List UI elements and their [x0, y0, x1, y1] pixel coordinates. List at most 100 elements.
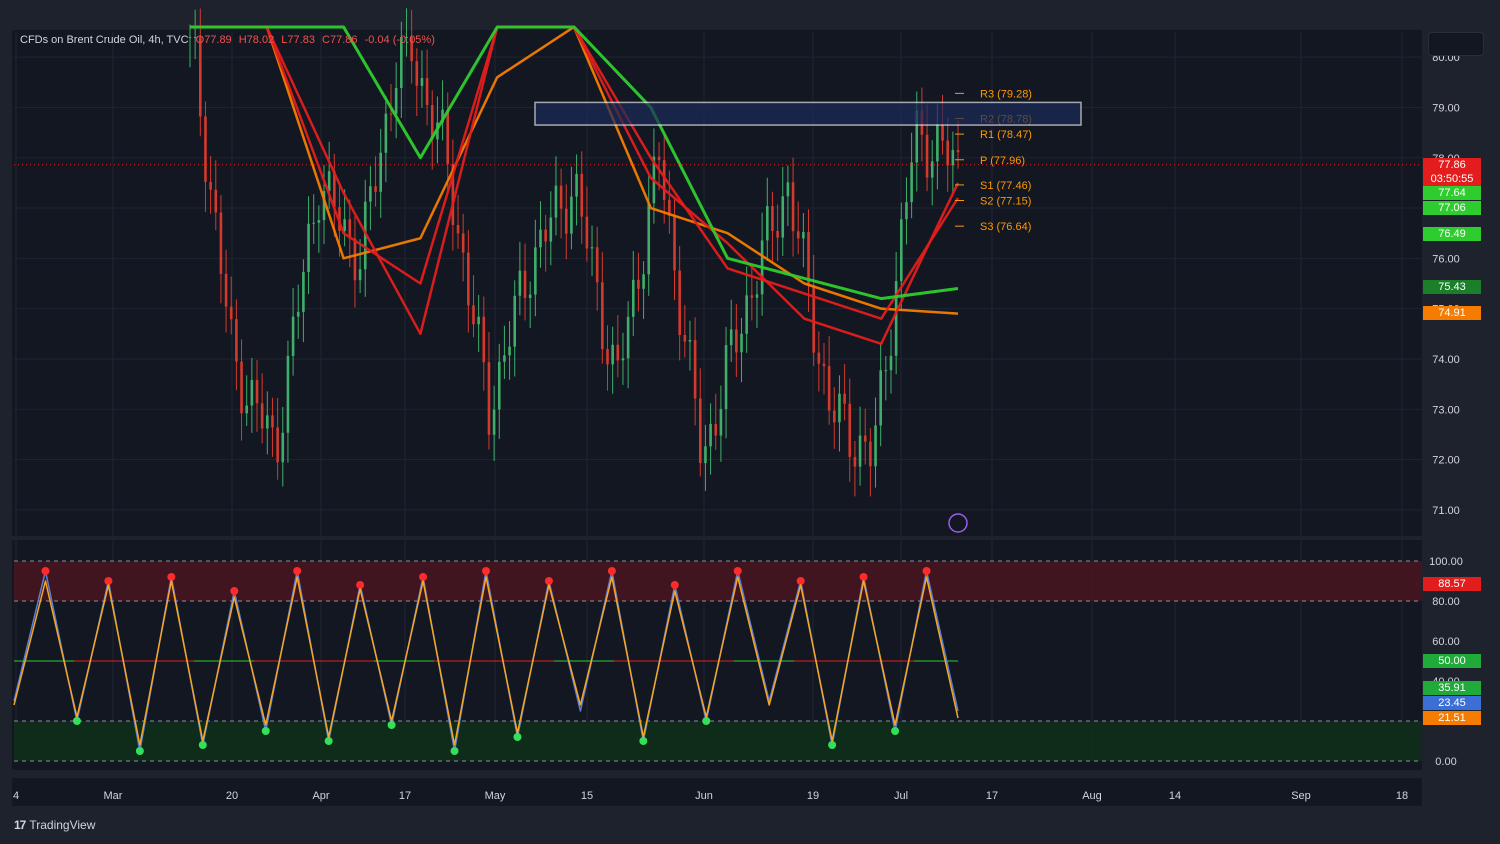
overbought-dot [41, 567, 50, 575]
candle-body [956, 150, 960, 153]
candle-body [925, 134, 929, 178]
candle-body [229, 306, 233, 320]
candle-body [327, 171, 331, 192]
symbol-header: CFDs on Brent Crude Oil, 4h, TVC O77.89 … [20, 34, 439, 46]
chart-canvas[interactable]: 80.0079.0078.0077.0076.0075.0074.0073.00… [0, 0, 1500, 844]
candle-body [673, 215, 676, 271]
candle-body [477, 316, 480, 325]
candle-body [508, 346, 511, 356]
candle-body [219, 212, 223, 274]
candle-body [616, 344, 620, 361]
overbought-dot [670, 581, 679, 589]
candle-body [482, 316, 486, 363]
scale-settings-button[interactable] [1428, 32, 1484, 56]
candle-body [688, 339, 692, 342]
candle-body [585, 216, 589, 249]
candle-body [796, 231, 800, 239]
candle-body [802, 232, 805, 239]
overbought-dot [482, 567, 490, 575]
symbol-title[interactable]: CFDs on Brent Crude Oil, 4h, TVC [20, 34, 189, 46]
candle-body [642, 274, 645, 289]
candle-body [843, 393, 846, 404]
candle-body [595, 247, 599, 283]
overbought-dot [293, 567, 302, 575]
candle-body [467, 252, 470, 306]
time-tick-label: 18 [1396, 790, 1408, 802]
overbought-dot [167, 573, 176, 581]
ohlc-change: -0.04 (-0.05%) [364, 34, 435, 46]
candle-body [415, 61, 419, 86]
time-tick-label: Sep [1291, 790, 1311, 802]
candle-body [281, 432, 285, 463]
candle-body [848, 403, 852, 457]
candle-body [611, 344, 614, 365]
candle-body [266, 415, 269, 429]
candle-body [575, 173, 578, 197]
candle-body [343, 219, 346, 231]
candle-body [199, 37, 202, 117]
candle-body [683, 334, 687, 342]
candle-body [807, 232, 810, 286]
time-tick-label: Jun [695, 790, 713, 802]
candle-body [910, 162, 913, 203]
candle-body [487, 362, 491, 435]
overbought-dot [419, 573, 428, 581]
candle-body [951, 150, 955, 166]
candle-body [750, 295, 754, 298]
candle-body [528, 294, 532, 298]
axis-value-label: 77.06 [1423, 201, 1481, 216]
candle-body [606, 349, 609, 365]
brand-name: TradingView [29, 818, 96, 832]
axis-value-label: 75.43 [1423, 280, 1481, 295]
candle-body [286, 355, 290, 433]
oversold-dot [387, 721, 396, 729]
candle-body [889, 355, 893, 371]
candle-body [559, 185, 563, 209]
overbought-dot [607, 567, 616, 575]
candle-body [580, 173, 584, 217]
axis-value-label: 50.00 [1423, 654, 1481, 668]
tradingview-logo: 17 [14, 818, 26, 832]
candle-body [874, 425, 877, 467]
price-tick-label: 73.00 [1432, 404, 1460, 416]
candle-body [379, 152, 383, 192]
axis-value-label: 35.91 [1423, 681, 1481, 695]
candle-body [544, 229, 547, 242]
candle-body [698, 398, 702, 464]
candle-body [523, 270, 527, 298]
candle-body [858, 435, 862, 467]
candle-body [791, 182, 795, 232]
time-axis-strip [12, 778, 1422, 806]
candle-body [714, 423, 718, 436]
chart-window: 80.0079.0078.0077.0076.0075.0074.0073.00… [0, 0, 1500, 844]
candle-body [317, 220, 321, 223]
candle-body [838, 393, 841, 423]
candle-body [631, 279, 635, 317]
axis-value-label: 77.86 [1423, 157, 1481, 172]
candle-body [590, 247, 594, 249]
candle-body [755, 294, 759, 298]
axis-value-label: 77.64 [1423, 185, 1481, 200]
candle-body [941, 124, 944, 141]
candle-body [781, 196, 785, 238]
time-tick-label: Mar [104, 790, 123, 802]
highlight-zone-box[interactable] [534, 101, 1082, 126]
candle-body [209, 181, 212, 190]
pivot-label: S2 (77.15) [980, 196, 1031, 208]
overbought-dot [922, 567, 931, 575]
time-tick-label: 20 [226, 790, 238, 802]
pivot-label: S1 (77.46) [980, 180, 1031, 192]
candle-body [647, 203, 651, 275]
candle-body [657, 156, 661, 161]
overbought-dot [544, 577, 553, 585]
candle-body [853, 456, 857, 467]
candle-body [296, 311, 300, 317]
oversold-dot [72, 717, 81, 725]
candle-body [425, 78, 429, 106]
time-tick-label: 4 [13, 790, 19, 802]
candle-body [260, 403, 264, 429]
candle-body [570, 196, 573, 234]
candle-body [358, 269, 362, 281]
candle-body [724, 345, 728, 410]
overbought-dot [796, 577, 805, 585]
